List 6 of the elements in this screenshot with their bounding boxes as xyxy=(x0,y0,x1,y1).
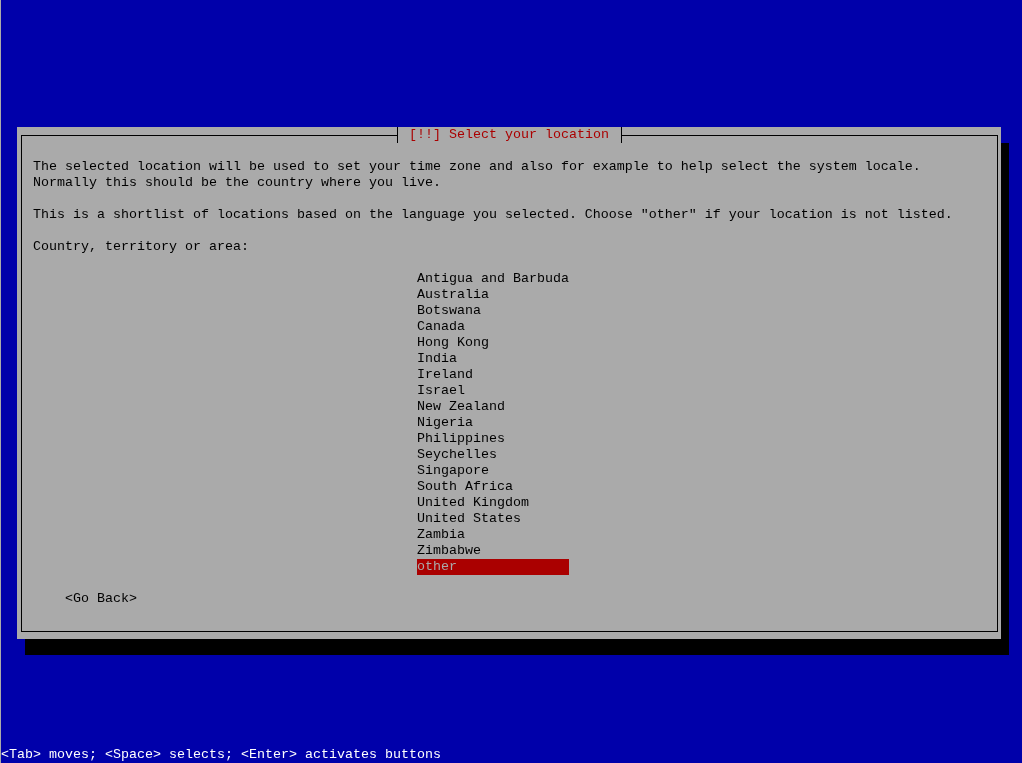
list-label: Country, territory or area: xyxy=(33,239,249,255)
dialog-title: [!!] Select your location xyxy=(397,127,622,143)
description-text: The selected location will be used to set your time zone and also for example to help select the system locale. Normally this should be the country where you live. xyxy=(33,159,921,191)
description-text: This is a shortlist of locations based on the language you selected. Choose "other" if your location is not listed. xyxy=(33,207,953,223)
help-line: <Tab> moves; <Space> selects; <Enter> activates buttons xyxy=(1,747,441,763)
location-option[interactable]: Antigua and Barbuda xyxy=(417,271,569,287)
